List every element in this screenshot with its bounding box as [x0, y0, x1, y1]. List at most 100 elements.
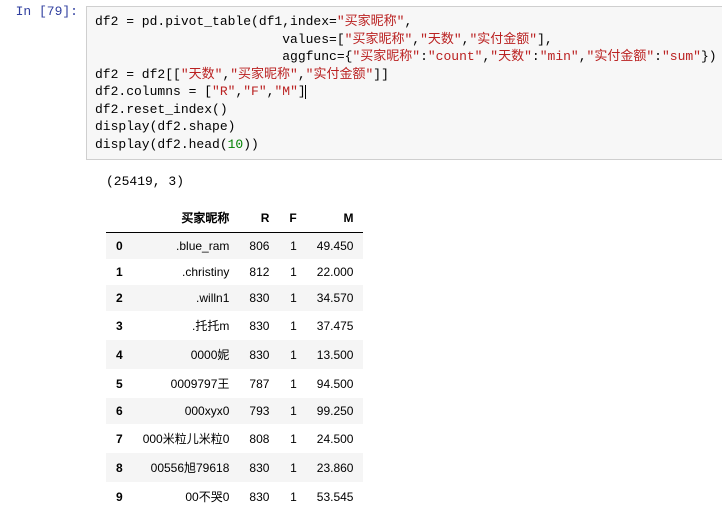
- cell-r: 808: [239, 424, 279, 453]
- cell-f: 1: [279, 311, 306, 340]
- code-token: ,: [298, 67, 306, 82]
- row-index: 4: [106, 340, 133, 369]
- shape-output: (25419, 3): [78, 162, 722, 197]
- code-string: "买家昵称": [345, 32, 413, 47]
- text-cursor: [305, 85, 306, 99]
- code-string: "实付金额": [306, 67, 374, 82]
- cell-r: 830: [239, 340, 279, 369]
- code-cell: In [79]: df2 = pd.pivot_table(df1,index=…: [0, 0, 722, 162]
- table-row: 0.blue_ram806149.450: [106, 233, 363, 260]
- table-row: 50009797王787194.500: [106, 369, 363, 398]
- code-token: ,: [404, 14, 412, 29]
- row-index: 9: [106, 482, 133, 511]
- cell-f: 1: [279, 259, 306, 285]
- code-token: :: [654, 49, 662, 64]
- code-string: "天数": [490, 49, 532, 64]
- cell-r: 793: [239, 398, 279, 424]
- cell-m: 37.475: [307, 311, 364, 340]
- row-index: 7: [106, 424, 133, 453]
- code-string: "天数": [181, 67, 223, 82]
- code-token: ,: [579, 49, 587, 64]
- table-row: 2.willn1830134.570: [106, 285, 363, 311]
- code-token: }): [701, 49, 717, 64]
- cell-f: 1: [279, 453, 306, 482]
- cell-name: 0009797王: [133, 369, 240, 398]
- cell-f: 1: [279, 398, 306, 424]
- cell-m: 13.500: [307, 340, 364, 369]
- cell-name: .christiny: [133, 259, 240, 285]
- code-string: "天数": [420, 32, 462, 47]
- code-string: "实付金额": [469, 32, 537, 47]
- code-editor[interactable]: df2 = pd.pivot_table(df1,index="买家昵称", v…: [86, 6, 722, 160]
- table-row: 40000妮830113.500: [106, 340, 363, 369]
- cell-name: 000xyx0: [133, 398, 240, 424]
- code-token: df2.columns = [: [95, 84, 212, 99]
- cell-r: 787: [239, 369, 279, 398]
- code-token: ,: [412, 32, 420, 47]
- code-string: "sum": [662, 49, 701, 64]
- cell-name: 0000妮: [133, 340, 240, 369]
- table-body: 0.blue_ram806149.4501.christiny812122.00…: [106, 233, 363, 511]
- code-token: values=[: [95, 32, 345, 47]
- table-row: 6000xyx0793199.250: [106, 398, 363, 424]
- code-number: 10: [228, 137, 244, 152]
- code-string: "买家昵称": [230, 67, 298, 82]
- cell-m: 53.545: [307, 482, 364, 511]
- row-index: 8: [106, 453, 133, 482]
- dataframe-table: 买家昵称 R F M 0.blue_ram806149.4501.christi…: [106, 203, 363, 511]
- cell-m: 22.000: [307, 259, 364, 285]
- cell-f: 1: [279, 285, 306, 311]
- cell-r: 830: [239, 311, 279, 340]
- cell-m: 24.500: [307, 424, 364, 453]
- cell-m: 23.860: [307, 453, 364, 482]
- cell-f: 1: [279, 424, 306, 453]
- table-header-row: 买家昵称 R F M: [106, 203, 363, 233]
- cell-m: 94.500: [307, 369, 364, 398]
- row-index: 6: [106, 398, 133, 424]
- code-string: "买家昵称": [337, 14, 405, 29]
- cell-r: 830: [239, 285, 279, 311]
- cell-name: 000米粒儿米粒0: [133, 424, 240, 453]
- row-index: 5: [106, 369, 133, 398]
- cell-name: .托托m: [133, 311, 240, 340]
- code-string: "R": [212, 84, 235, 99]
- cell-m: 99.250: [307, 398, 364, 424]
- cell-f: 1: [279, 340, 306, 369]
- code-string: "count": [428, 49, 483, 64]
- cell-name: 00不哭0: [133, 482, 240, 511]
- table-row: 1.christiny812122.000: [106, 259, 363, 285]
- code-string: "min": [540, 49, 579, 64]
- table-row: 900不哭0830153.545: [106, 482, 363, 511]
- cell-r: 830: [239, 453, 279, 482]
- output-area: (25419, 3) 买家昵称 R F M 0.blue_ram806149.4…: [0, 162, 722, 511]
- code-string: "M": [274, 84, 297, 99]
- code-token: df2 = df2[[: [95, 67, 181, 82]
- cell-r: 830: [239, 482, 279, 511]
- col-f: F: [279, 203, 306, 233]
- code-token: ],: [537, 32, 553, 47]
- cell-m: 34.570: [307, 285, 364, 311]
- row-index: 1: [106, 259, 133, 285]
- code-string: "实付金额": [587, 49, 655, 64]
- row-index: 3: [106, 311, 133, 340]
- code-token: display(df2.shape): [95, 119, 235, 134]
- code-token: )): [243, 137, 259, 152]
- code-token: :: [532, 49, 540, 64]
- cell-f: 1: [279, 482, 306, 511]
- code-string: "买家昵称": [352, 49, 420, 64]
- cell-name: 00556旭79618: [133, 453, 240, 482]
- cell-f: 1: [279, 369, 306, 398]
- code-token: df2 = pd.pivot_table(df1,index=: [95, 14, 337, 29]
- table-row: 7000米粒儿米粒0808124.500: [106, 424, 363, 453]
- input-area: df2 = pd.pivot_table(df1,index="买家昵称", v…: [86, 4, 722, 162]
- input-prompt: In [79]:: [0, 4, 86, 19]
- row-index: 2: [106, 285, 133, 311]
- row-index: 0: [106, 233, 133, 260]
- cell-name: .blue_ram: [133, 233, 240, 260]
- cell-r: 812: [239, 259, 279, 285]
- table-row: 800556旭79618830123.860: [106, 453, 363, 482]
- code-string: "F": [243, 84, 266, 99]
- code-token: :: [420, 49, 428, 64]
- col-name: 买家昵称: [133, 203, 240, 233]
- cell-m: 49.450: [307, 233, 364, 260]
